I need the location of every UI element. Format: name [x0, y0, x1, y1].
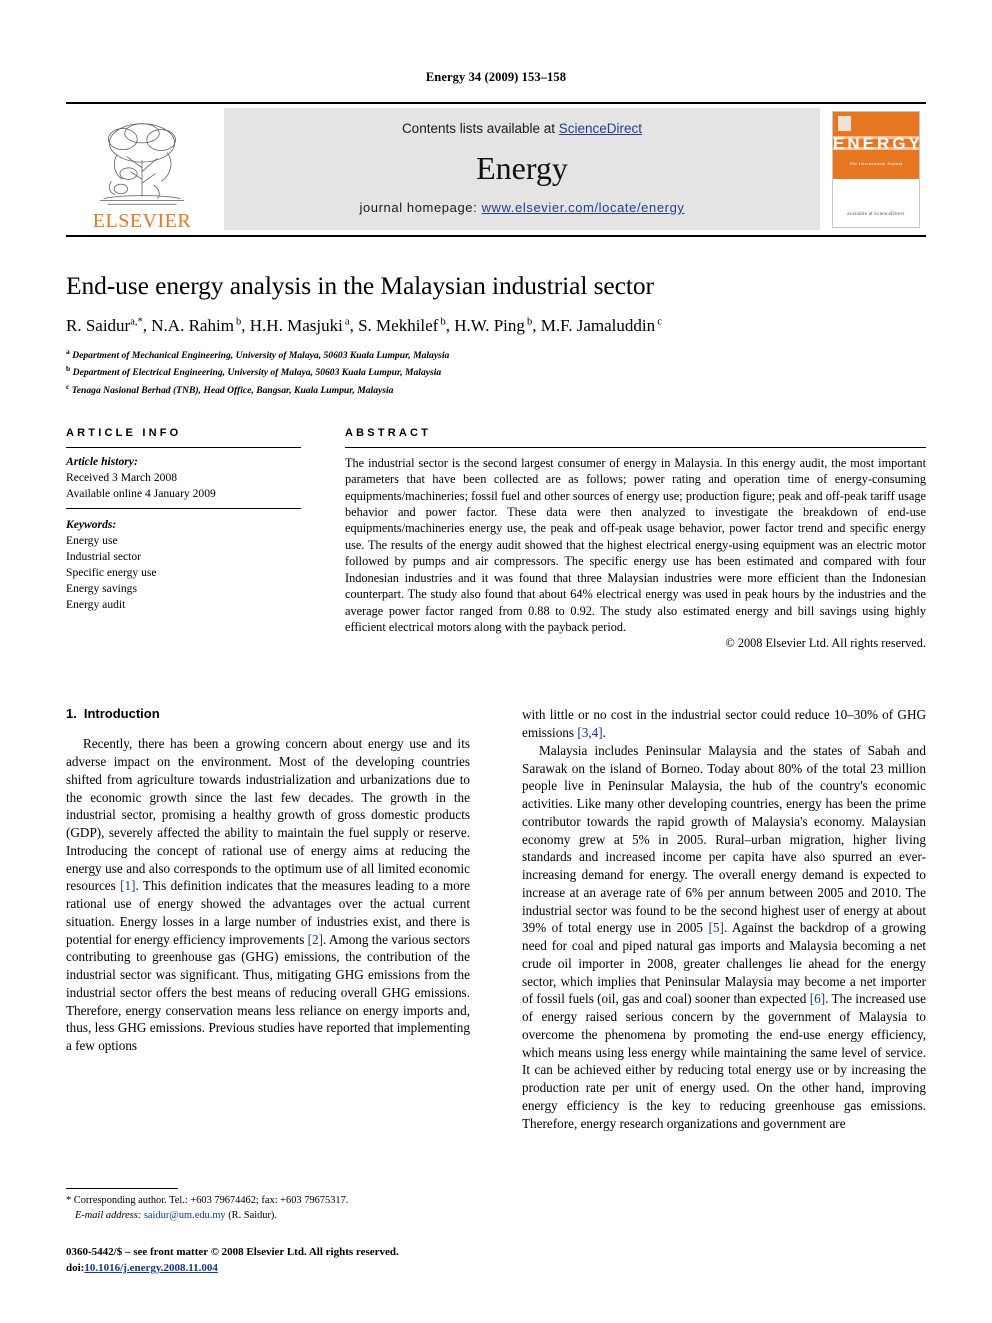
- affiliation-text: Department of Mechanical Engineering, Un…: [72, 349, 450, 361]
- email-owner: (R. Saidur).: [228, 1209, 277, 1221]
- issn-frontmatter-line: 0360-5442/$ – see front matter © 2008 El…: [66, 1246, 399, 1258]
- keywords-block: Keywords: Energy use Industrial sector S…: [66, 509, 301, 613]
- affiliation-list: a Department of Mechanical Engineering, …: [66, 346, 926, 399]
- citation-reference[interactable]: [6]: [810, 991, 825, 1006]
- keyword-item: Specific energy use: [66, 565, 157, 579]
- section-title: Introduction: [83, 706, 160, 722]
- cover-title: ENERGY: [833, 134, 920, 153]
- cover-subtitle: The International Journal: [849, 161, 903, 167]
- homepage-prefix: journal homepage:: [359, 200, 482, 215]
- journal-homepage-line: journal homepage: www.elsevier.com/locat…: [359, 200, 684, 215]
- journal-title: Energy: [476, 150, 568, 186]
- citation-reference[interactable]: [2]: [308, 932, 323, 947]
- abstract-copyright: © 2008 Elsevier Ltd. All rights reserved…: [725, 636, 926, 651]
- citation-reference[interactable]: [1]: [120, 878, 135, 893]
- cover-sciencedirect-mark: available at ScienceDirect: [847, 211, 905, 217]
- cover-image: ENERGY The International Journal availab…: [832, 111, 920, 228]
- keyword-item: Industrial sector: [66, 549, 142, 563]
- running-head: Energy 34 (2009) 153–158: [425, 70, 567, 84]
- body-column-left: 1. Introduction Recently, there has been …: [66, 706, 470, 1132]
- doi-label: doi:: [66, 1261, 85, 1274]
- section-heading-introduction: 1. Introduction: [66, 706, 470, 721]
- paragraph: Malaysia includes Peninsular Malaysia an…: [522, 742, 926, 1133]
- abstract-text: The industrial sector is the second larg…: [345, 455, 926, 634]
- citation-reference[interactable]: [3,4]: [577, 725, 602, 740]
- info-abstract-region: ARTICLE INFO Article history: Received 3…: [66, 427, 926, 651]
- journal-homepage-link[interactable]: www.elsevier.com/locate/energy: [482, 200, 685, 215]
- article-history-block: Article history: Received 3 March 2008 A…: [66, 448, 301, 509]
- journal-article-page: Energy 34 (2009) 153–158 ELSEVIER Conten…: [0, 0, 992, 1323]
- affiliation-mark: b: [66, 364, 71, 374]
- elsevier-logo: ELSEVIER: [66, 104, 218, 235]
- email-label: E-mail address:: [75, 1209, 142, 1221]
- article-history-item: Available online 4 January 2009: [66, 486, 216, 500]
- corresponding-author-note: * Corresponding author. Tel.: +603 79674…: [66, 1194, 470, 1224]
- footnote-divider: [66, 1188, 178, 1189]
- body-column-right: with little or no cost in the industrial…: [522, 706, 926, 1132]
- masthead-banner: Contents lists available at ScienceDirec…: [224, 108, 820, 230]
- affiliation-text: Department of Electrical Engineering, Un…: [72, 367, 442, 379]
- email-line: E-mail address: saidur@um.edu.my (R. Sai…: [66, 1209, 470, 1224]
- cover-publisher-mark-icon: [838, 116, 851, 131]
- paragraph: Recently, there has been a growing conce…: [66, 735, 470, 1055]
- affiliation-text: Tenaga Nasional Berhad (TNB), Head Offic…: [71, 385, 394, 397]
- keyword-item: Energy use: [66, 533, 118, 547]
- elsevier-wordmark: ELSEVIER: [92, 210, 192, 232]
- abstract-column: ABSTRACT The industrial sector is the se…: [345, 427, 926, 651]
- page-title: End-use energy analysis in the Malaysian…: [66, 271, 654, 300]
- keywords-label: Keywords:: [66, 517, 117, 531]
- author-list: R. Saidura,*, N.A. Rahim b, H.H. Masjuki…: [66, 316, 662, 336]
- footnote-zone: * Corresponding author. Tel.: +603 79674…: [66, 1188, 470, 1224]
- article-info-label: ARTICLE INFO: [66, 426, 182, 439]
- article-info-column: ARTICLE INFO Article history: Received 3…: [66, 427, 301, 651]
- abstract-label: ABSTRACT: [345, 426, 432, 439]
- keyword-item: Energy audit: [66, 597, 126, 611]
- imprint-block: 0360-5442/$ – see front matter © 2008 El…: [66, 1245, 496, 1277]
- elsevier-tree-icon: [99, 123, 185, 205]
- affiliation-mark: a: [66, 346, 70, 356]
- journal-masthead: ELSEVIER Contents lists available at Sci…: [66, 102, 926, 237]
- sciencedirect-link[interactable]: ScienceDirect: [559, 121, 642, 136]
- email-link[interactable]: saidur@um.edu.my: [144, 1210, 226, 1221]
- affiliation-item: a Department of Mechanical Engineering, …: [66, 346, 926, 364]
- paragraph: with little or no cost in the industrial…: [522, 706, 926, 742]
- contents-available-line: Contents lists available at ScienceDirec…: [402, 121, 642, 136]
- affiliation-mark: c: [66, 382, 70, 392]
- keyword-item: Energy savings: [66, 581, 137, 595]
- journal-cover-thumbnail: ENERGY The International Journal availab…: [826, 104, 926, 235]
- section-number: 1.: [66, 706, 77, 722]
- paragraph-text: with little or no cost in the industrial…: [522, 707, 926, 741]
- corresponding-author-text: * Corresponding author. Tel.: +603 79674…: [66, 1195, 349, 1206]
- doi-link[interactable]: 10.1016/j.energy.2008.11.004: [84, 1262, 218, 1274]
- contents-prefix: Contents lists available at: [401, 121, 559, 136]
- citation-reference[interactable]: [5]: [708, 920, 723, 935]
- doi-line: doi:10.1016/j.energy.2008.11.004: [66, 1261, 496, 1277]
- affiliation-item: c Tenaga Nasional Berhad (TNB), Head Off…: [66, 381, 926, 399]
- article-history-item: Received 3 March 2008: [66, 470, 178, 484]
- affiliation-item: b Department of Electrical Engineering, …: [66, 363, 926, 381]
- paragraph-text: Malaysia includes Peninsular Malaysia an…: [522, 742, 926, 1131]
- body-columns: 1. Introduction Recently, there has been …: [66, 706, 926, 1132]
- article-history-label: Article history:: [66, 454, 138, 468]
- article-title-block: End-use energy analysis in the Malaysian…: [66, 271, 926, 399]
- cover-top-block: ENERGY The International Journal: [833, 112, 919, 179]
- paragraph-text: Recently, there has been a growing conce…: [66, 736, 470, 1054]
